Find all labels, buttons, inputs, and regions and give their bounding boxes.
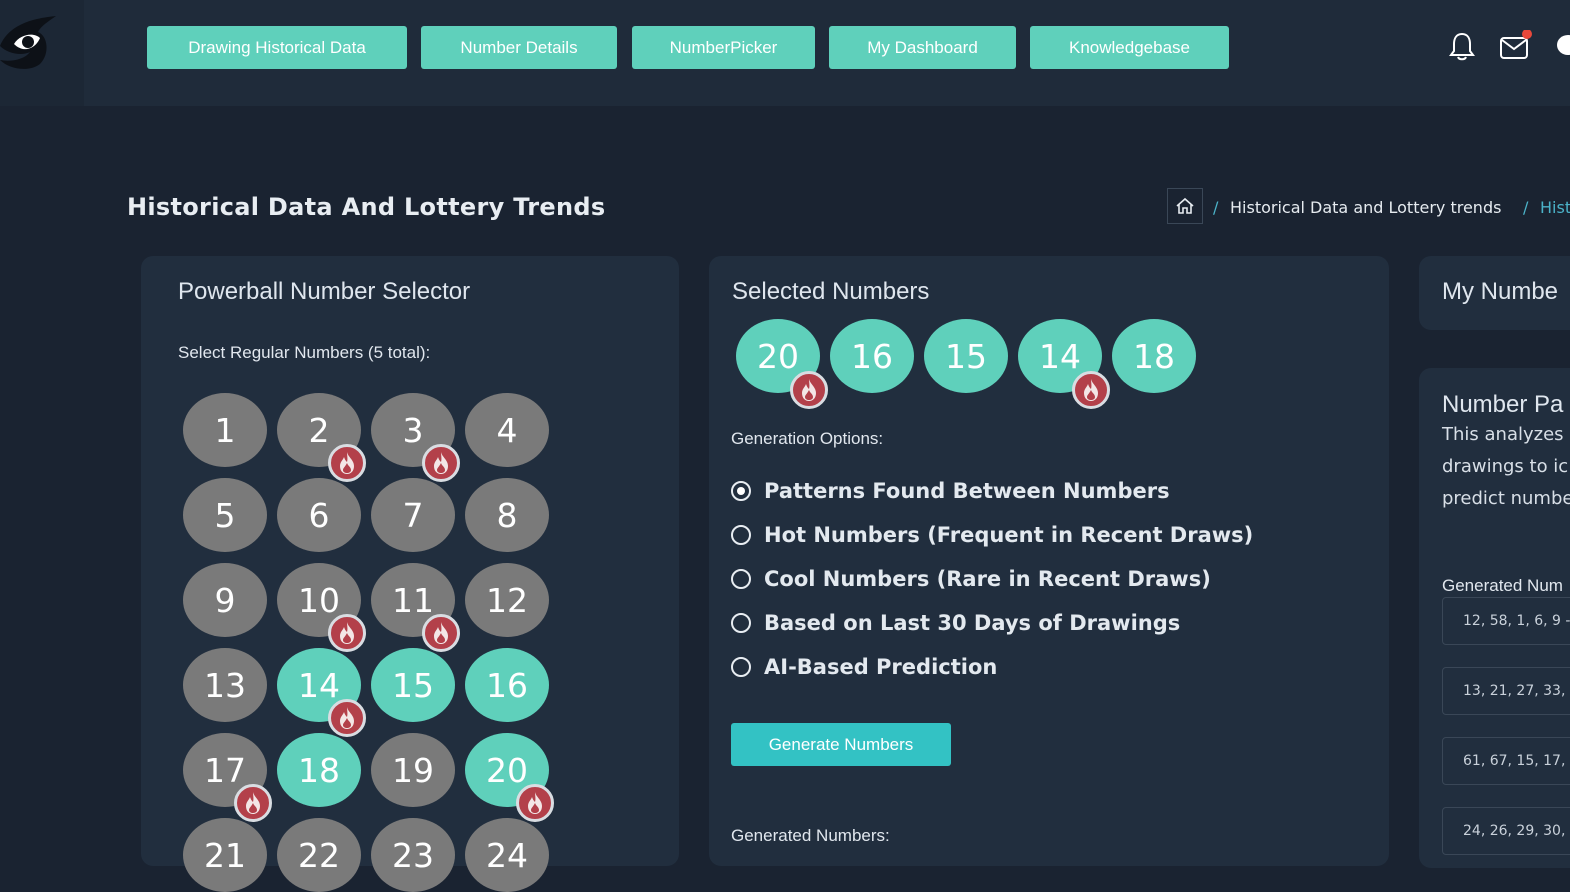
chat-icon[interactable] <box>1554 30 1570 62</box>
nav-drawing-historical-data[interactable]: Drawing Historical Data <box>147 26 407 69</box>
generation-option-label: Hot Numbers (Frequent in Recent Draws) <box>764 523 1254 547</box>
home-icon <box>1176 197 1194 214</box>
breadcrumb-separator: / <box>1213 198 1219 217</box>
fire-icon <box>434 452 448 474</box>
hot-number-badge <box>328 699 366 737</box>
mail-icon[interactable] <box>1498 30 1534 62</box>
number-ball-4[interactable]: 4 <box>465 393 549 467</box>
bell-icon[interactable] <box>1447 30 1477 62</box>
generation-option[interactable]: Patterns Found Between Numbers <box>731 479 1170 503</box>
hot-number-badge <box>422 444 460 482</box>
fire-icon <box>340 452 354 474</box>
hot-number-badge <box>1072 371 1110 409</box>
breadcrumb-separator: / <box>1523 198 1529 217</box>
number-ball-15[interactable]: 15 <box>371 648 455 722</box>
logo-area <box>0 0 84 106</box>
radio-button[interactable] <box>731 613 751 633</box>
number-ball-16[interactable]: 16 <box>465 648 549 722</box>
breadcrumb-item[interactable]: Historical Data and Lottery trends <box>1230 198 1501 217</box>
generation-option-label: Based on Last 30 Days of Drawings <box>764 611 1181 635</box>
patterns-description-line: predict numbe <box>1442 488 1570 509</box>
generation-option[interactable]: AI-Based Prediction <box>731 655 997 679</box>
generation-option-label: Patterns Found Between Numbers <box>764 479 1170 503</box>
hot-number-badge <box>328 444 366 482</box>
generated-number-set: 12, 58, 1, 6, 9 - <box>1442 597 1570 645</box>
patterns-description-line: This analyzes <box>1442 424 1564 445</box>
number-ball-8[interactable]: 8 <box>465 478 549 552</box>
generation-option[interactable]: Based on Last 30 Days of Drawings <box>731 611 1180 635</box>
hot-number-badge <box>516 784 554 822</box>
number-ball-21[interactable]: 21 <box>183 818 267 892</box>
hot-number-badge <box>422 614 460 652</box>
radio-button[interactable] <box>731 525 751 545</box>
number-ball-24[interactable]: 24 <box>465 818 549 892</box>
patterns-description-line: drawings to ic <box>1442 456 1569 477</box>
hot-number-badge <box>790 371 828 409</box>
my-numbers-title: My Numbe <box>1442 278 1559 305</box>
number-selector-title: Powerball Number Selector <box>178 278 471 305</box>
hot-number-badge <box>328 614 366 652</box>
fire-icon <box>340 707 354 729</box>
nav-numberpicker[interactable]: NumberPicker <box>632 26 815 69</box>
number-ball-9[interactable]: 9 <box>183 563 267 637</box>
number-ball-5[interactable]: 5 <box>183 478 267 552</box>
selected-numbers-title: Selected Numbers <box>732 278 930 305</box>
number-ball-22[interactable]: 22 <box>277 818 361 892</box>
number-ball-13[interactable]: 13 <box>183 648 267 722</box>
nav-my-dashboard[interactable]: My Dashboard <box>829 26 1016 69</box>
hot-number-badge <box>234 784 272 822</box>
breadcrumb-home[interactable] <box>1167 188 1203 224</box>
nav-number-details[interactable]: Number Details <box>421 26 617 69</box>
radio-button[interactable] <box>731 657 751 677</box>
fire-icon <box>340 622 354 644</box>
radio-button[interactable] <box>731 569 751 589</box>
generation-option[interactable]: Hot Numbers (Frequent in Recent Draws) <box>731 523 1253 547</box>
number-ball-23[interactable]: 23 <box>371 818 455 892</box>
number-ball-18[interactable]: 18 <box>277 733 361 807</box>
generation-option[interactable]: Cool Numbers (Rare in Recent Draws) <box>731 567 1211 591</box>
fire-icon <box>246 792 260 814</box>
number-ball-19[interactable]: 19 <box>371 733 455 807</box>
generated-numbers-list-label: Generated Num <box>1442 576 1563 595</box>
number-ball-6[interactable]: 6 <box>277 478 361 552</box>
number-patterns-title: Number Pa <box>1442 391 1564 418</box>
generate-numbers-button[interactable]: Generate Numbers <box>731 723 951 766</box>
generated-numbers-label: Generated Numbers: <box>731 826 890 845</box>
breadcrumb-current: Hist <box>1540 198 1570 217</box>
fire-icon <box>802 379 816 401</box>
generation-options-label: Generation Options: <box>731 429 884 448</box>
number-ball-1[interactable]: 1 <box>183 393 267 467</box>
page-title: Historical Data And Lottery Trends <box>127 193 606 221</box>
generated-number-set: 24, 26, 29, 30, <box>1442 807 1570 855</box>
radio-button[interactable] <box>731 481 751 501</box>
number-ball-12[interactable]: 12 <box>465 563 549 637</box>
selector-instruction: Select Regular Numbers (5 total): <box>178 343 431 362</box>
generated-number-set: 13, 21, 27, 33, 4 <box>1442 667 1570 715</box>
generated-number-set: 61, 67, 15, 17, <box>1442 737 1570 785</box>
selected-number-15[interactable]: 15 <box>924 319 1008 393</box>
top-bar: Drawing Historical Data Number Details N… <box>0 0 1570 106</box>
fire-icon <box>1084 379 1098 401</box>
brand-logo[interactable] <box>0 14 60 72</box>
number-ball-7[interactable]: 7 <box>371 478 455 552</box>
generation-option-label: Cool Numbers (Rare in Recent Draws) <box>764 567 1211 591</box>
generation-option-label: AI-Based Prediction <box>764 655 998 679</box>
selected-number-16[interactable]: 16 <box>830 319 914 393</box>
fire-icon <box>528 792 542 814</box>
nav-knowledgebase[interactable]: Knowledgebase <box>1030 26 1229 69</box>
fire-icon <box>434 622 448 644</box>
selected-number-18[interactable]: 18 <box>1112 319 1196 393</box>
